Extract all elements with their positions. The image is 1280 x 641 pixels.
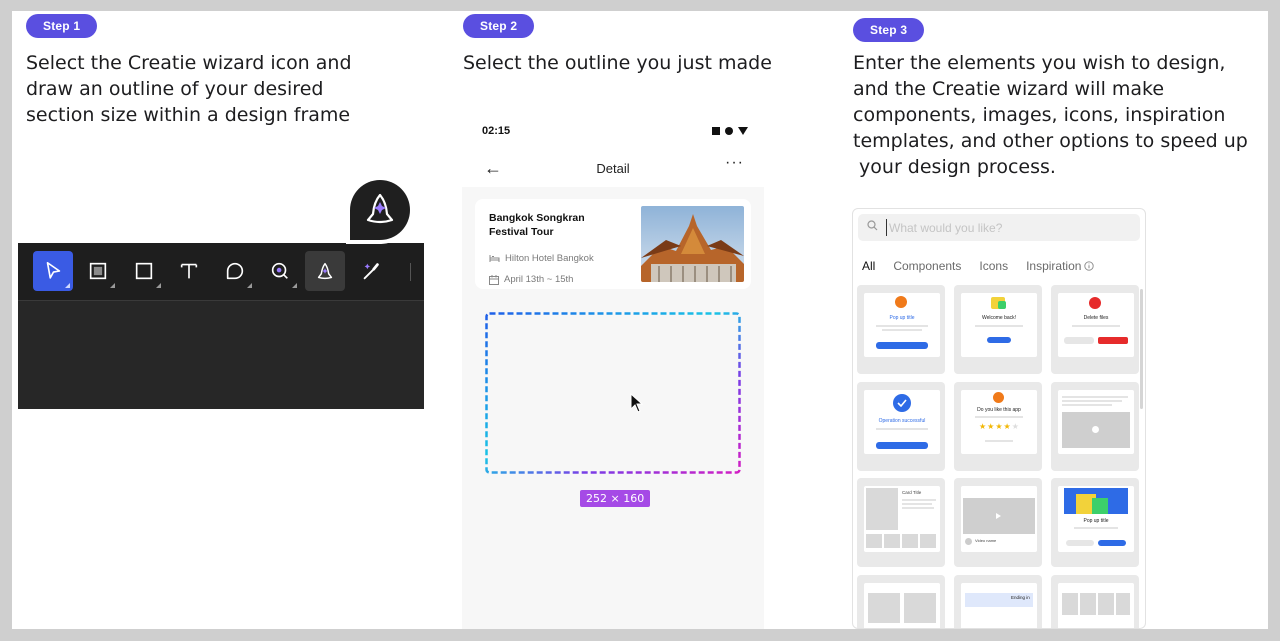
template-thumbnail[interactable] [1051, 382, 1139, 471]
wizard-search-input[interactable] [886, 219, 1126, 236]
template-thumbnail[interactable]: Card Title [857, 478, 945, 567]
template-card-title: Card Title [902, 490, 922, 495]
template-welcome: Welcome back! [981, 315, 1017, 321]
wizard-hat-icon [346, 176, 414, 244]
comment-icon [226, 262, 244, 280]
rating-stars: ★★★★★ [979, 422, 1020, 431]
check-icon [897, 399, 907, 407]
wizard-tool-button[interactable] [305, 251, 345, 291]
rectangle-tool-button[interactable] [124, 251, 164, 291]
step-1-badge: Step 1 [26, 14, 98, 38]
battery-icon [738, 127, 748, 135]
bed-icon [489, 255, 500, 262]
magic-brush-icon [363, 263, 379, 280]
template-thumbnail[interactable]: Pop up title [1051, 478, 1139, 567]
frame-tool-button[interactable] [78, 251, 118, 291]
template-thumbnail[interactable]: Welcome back! [954, 285, 1042, 374]
step-1-line: draw an outline of your desired [26, 78, 324, 100]
page-title: Detail [596, 161, 630, 176]
calendar-icon [489, 274, 499, 285]
step-1-line: section size within a design frame [26, 104, 351, 126]
hotel-row: Hilton Hotel Bangkok [489, 253, 594, 264]
text-icon [180, 263, 198, 279]
play-icon [996, 513, 1001, 519]
template-thumbnail[interactable] [857, 575, 945, 628]
pointer-icon [46, 261, 61, 279]
frame-icon [89, 262, 107, 280]
wizard-hat-icon [317, 262, 333, 280]
wizard-tabs: All Components Icons Inspiration [862, 259, 1112, 273]
design-canvas-dark [18, 243, 424, 409]
template-video-name: Video name [975, 538, 997, 543]
mouse-cursor-icon [630, 393, 644, 413]
tour-dates: April 13th ~ 15th [504, 274, 574, 285]
step-2-badge: Step 2 [463, 14, 535, 38]
hotel-name: Hilton Hotel Bangkok [505, 253, 594, 264]
step-2-description: Select the outline you just made [463, 50, 772, 76]
template-thumbnail[interactable]: Do you like this app ★★★★★ [954, 382, 1042, 471]
tour-card[interactable]: Bangkok Songkran Festival Tour Hilton Ho… [475, 199, 751, 289]
zoom-icon [271, 262, 288, 279]
tab-icons[interactable]: Icons [979, 259, 1008, 273]
tab-inspiration[interactable]: Inspiration [1026, 259, 1095, 273]
drawn-outline-selection[interactable] [485, 312, 741, 474]
template-operation: Operation successful [878, 418, 926, 424]
rectangle-icon [135, 262, 153, 280]
design-toolbar [18, 243, 424, 301]
template-thumbnail[interactable]: Delete files [1051, 285, 1139, 374]
step-3-badge: Step 3 [853, 18, 925, 42]
step-3-line: Enter the elements you wish to design, [853, 52, 1226, 74]
mobile-design-frame: 02:15 ← Detail ··· Bangkok Songkran Fest… [462, 114, 764, 629]
text-tool-button[interactable] [169, 251, 209, 291]
signal-icon [712, 127, 720, 135]
template-thumbnail[interactable]: Pop up title [857, 285, 945, 374]
status-time: 02:15 [482, 125, 511, 137]
step-1-description: Select the Creatie wizard icon and draw … [26, 50, 352, 128]
more-menu-icon[interactable]: ··· [725, 154, 744, 172]
step-1-line: Select the Creatie wizard icon and [26, 52, 352, 74]
step-2-line: Select the outline you just made [463, 52, 772, 74]
tab-components[interactable]: Components [893, 259, 961, 273]
template-thumbnail[interactable]: Ending in [954, 575, 1042, 628]
wifi-icon [725, 127, 733, 135]
template-thumbnail[interactable] [1051, 575, 1139, 628]
magic-brush-tool-button[interactable] [351, 251, 391, 291]
temple-photo [641, 206, 744, 282]
status-icons [712, 127, 748, 135]
card-title: Bangkok Songkran Festival Tour [489, 212, 585, 238]
step-3-description: Enter the elements you wish to design, a… [853, 50, 1248, 180]
template-thumbnail[interactable]: Video name [954, 478, 1042, 567]
template-thumbnail[interactable]: Operation successful [857, 382, 945, 471]
creatie-wizard-panel: All Components Icons Inspiration Pop up … [852, 208, 1146, 629]
template-popup-title-2: Pop up title [1083, 518, 1109, 524]
tutorial-canvas: Step 1 Select the Creatie wizard icon an… [12, 11, 1268, 629]
panel-scrollbar[interactable] [1140, 289, 1143, 409]
wizard-tooltip-bubble [342, 172, 418, 248]
comment-tool-button[interactable] [215, 251, 255, 291]
wizard-search-box[interactable] [858, 214, 1140, 241]
info-icon [1084, 261, 1095, 271]
tab-inspiration-label: Inspiration [1026, 259, 1082, 273]
step-3-line: components, images, icons, inspiration [853, 104, 1226, 126]
zoom-tool-button[interactable] [260, 251, 300, 291]
step-3-line: templates, and other options to speed up [853, 130, 1248, 152]
phone-header: 02:15 ← Detail ··· [462, 114, 764, 187]
search-icon [867, 220, 878, 231]
tab-all[interactable]: All [862, 259, 875, 273]
template-ending: Ending in [1011, 595, 1030, 600]
template-delete: Delete files [1083, 315, 1109, 321]
toolbar-divider [410, 263, 411, 281]
step-3-line: and the Creatie wizard will make [853, 78, 1165, 100]
template-like-app: Do you like this app [977, 407, 1021, 413]
date-row: April 13th ~ 15th [489, 274, 573, 285]
step-3-line: your design process. [853, 156, 1056, 178]
pointer-tool-button[interactable] [33, 251, 73, 291]
selection-size-label: 252 × 160 [580, 490, 651, 507]
template-popup-title: Pop up title [889, 315, 915, 321]
